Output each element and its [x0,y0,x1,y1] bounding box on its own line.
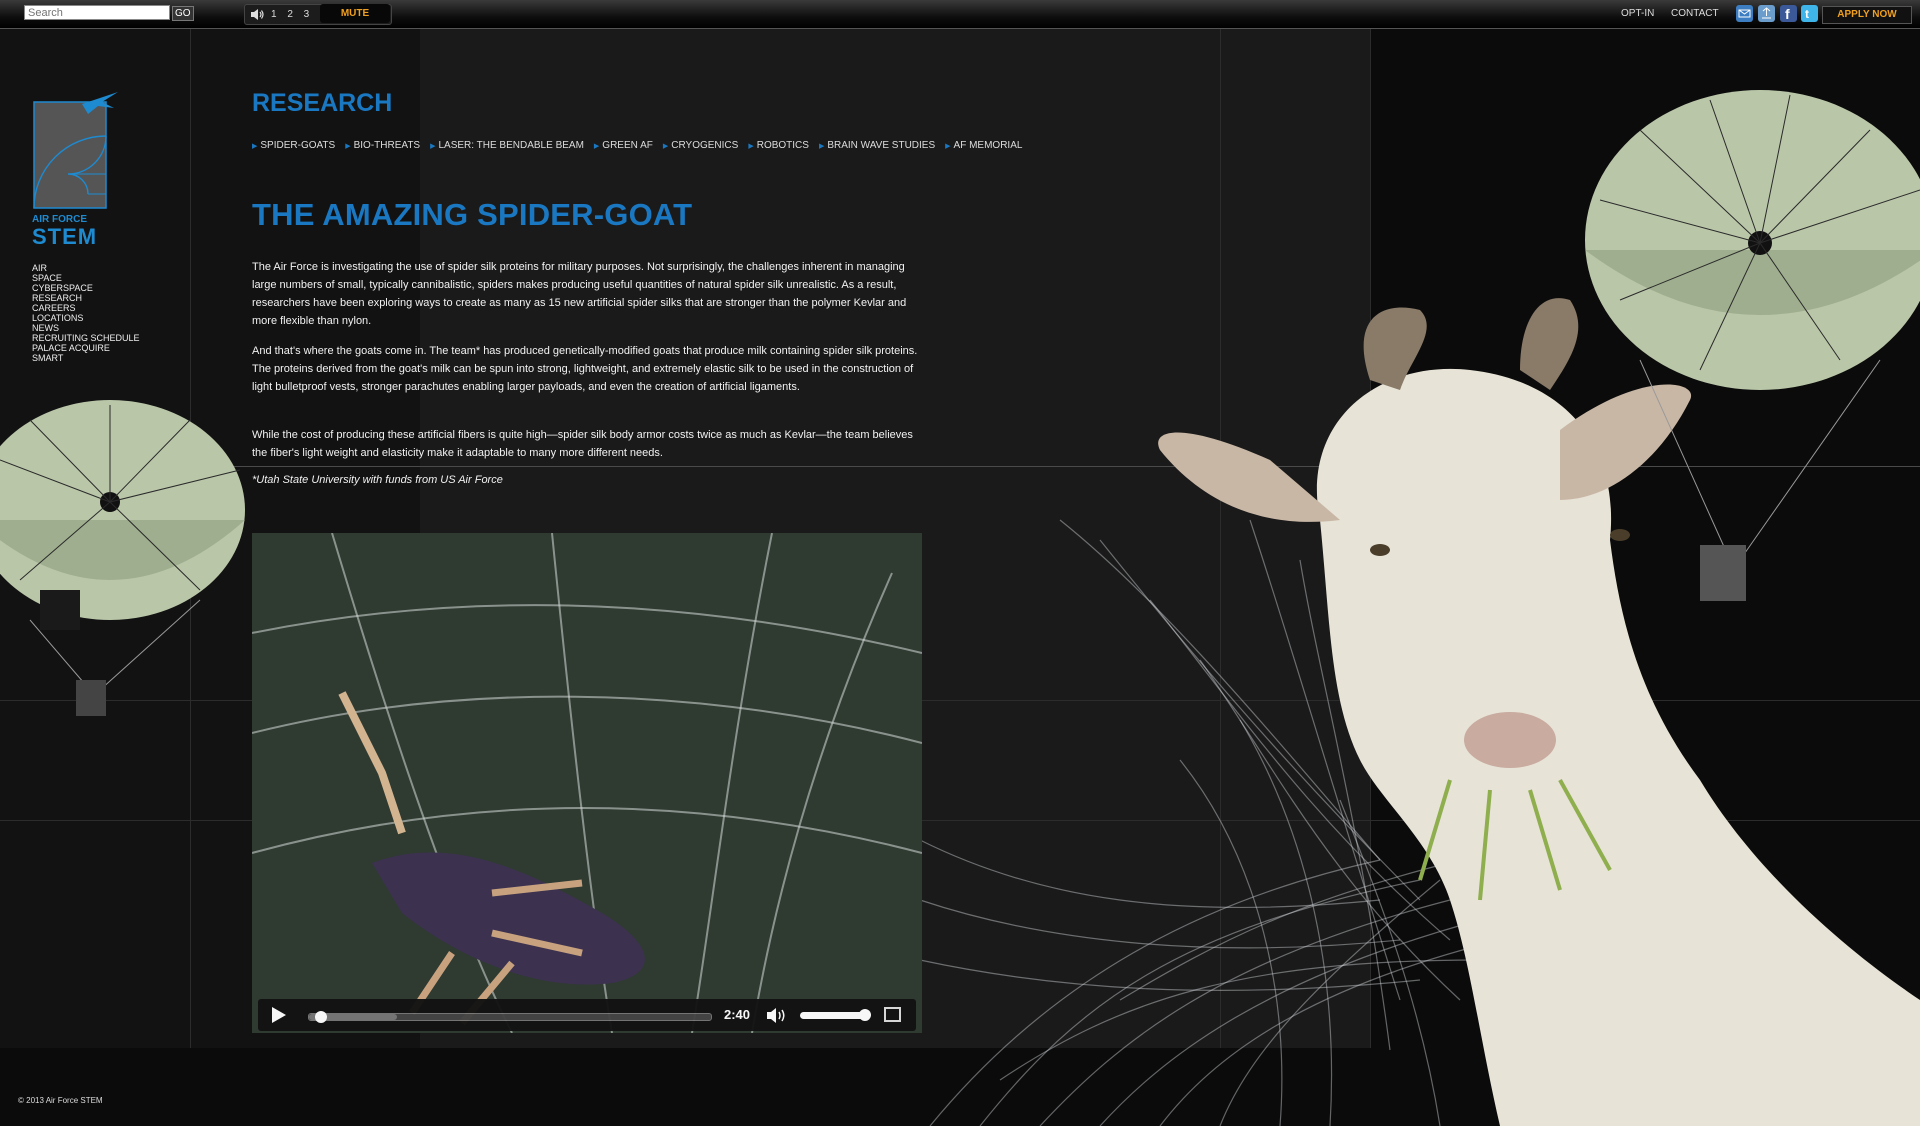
subnav-af-memorial[interactable]: AF MEMORIAL [945,140,1023,151]
nav-item-research[interactable]: RESEARCH [32,293,140,303]
svg-text:f: f [1785,6,1790,22]
nav-item-cyberspace[interactable]: CYBERSPACE [32,283,140,293]
video-controls: 2:40 [258,999,916,1031]
subnav-spider-goats[interactable]: SPIDER-GOATS [252,140,335,151]
section-title: RESEARCH [252,89,393,117]
article-title: THE AMAZING SPIDER-GOAT [252,197,693,232]
video-frame-spider [252,533,922,1033]
goat-illustration [1158,298,1920,1126]
logo-text-stem: STEM [32,224,98,249]
opt-in-link[interactable]: OPT-IN [1621,8,1654,19]
article-paragraph: The Air Force is investigating the use o… [252,261,907,327]
parachute-right [1585,90,1920,601]
left-navigation: AIR SPACE CYBERSPACE RESEARCH CAREERS LO… [32,263,140,363]
subnav-laser[interactable]: LASER: THE BENDABLE BEAM [430,140,583,151]
speaker-icon[interactable] [250,8,264,21]
subnav-cryogenics[interactable]: CRYOGENICS [663,140,738,151]
article-footnote: *Utah State University with funds from U… [252,474,503,486]
subnav-brain-wave-studies[interactable]: BRAIN WAVE STUDIES [819,140,935,151]
copyright: © 2013 Air Force STEM [18,1096,103,1105]
video-duration: 2:40 [724,1007,751,1022]
svg-text:t: t [1805,7,1809,21]
contact-link[interactable]: CONTACT [1671,8,1719,19]
share-icon[interactable] [1758,5,1775,22]
search-go-button[interactable]: GO [172,6,194,21]
top-bar: GO 1 2 3 4 MUTE OPT-IN CONTACT f t APPLY… [0,0,1920,29]
video-progress-knob[interactable] [315,1011,328,1023]
research-subnav: SPIDER-GOATS BIO-THREATS LASER: THE BEND… [252,140,1022,151]
fullscreen-icon[interactable] [884,1007,901,1022]
subnav-bio-threats[interactable]: BIO-THREATS [345,140,420,151]
nav-item-smart[interactable]: SMART [32,353,140,363]
twitter-icon[interactable]: t [1801,5,1818,22]
video-player[interactable] [252,533,922,1033]
apply-now-button[interactable]: APPLY NOW [1822,6,1912,24]
play-icon[interactable] [272,1007,286,1023]
parachute-left [0,400,245,716]
nav-item-palace-acquire[interactable]: PALACE ACQUIRE [32,343,140,353]
nav-item-careers[interactable]: CAREERS [32,303,140,313]
subnav-green-af[interactable]: GREEN AF [594,140,653,151]
facebook-icon[interactable]: f [1780,5,1797,22]
article-paragraph: And that's where the goats come in. The … [252,345,918,393]
search-input[interactable] [24,5,170,20]
nav-item-locations[interactable]: LOCATIONS [32,313,140,323]
subnav-robotics[interactable]: ROBOTICS [748,140,809,151]
email-icon[interactable] [1736,5,1753,22]
article-paragraph: While the cost of producing these artifi… [252,429,913,459]
volume-knob[interactable] [859,1009,871,1021]
video-progress-bar[interactable] [308,1011,712,1023]
nav-item-recruiting-schedule[interactable]: RECRUITING SCHEDULE [32,333,140,343]
nav-item-air[interactable]: AIR [32,263,140,273]
nav-item-space[interactable]: SPACE [32,273,140,283]
volume-icon[interactable] [766,1007,788,1024]
mute-button[interactable]: MUTE [320,4,390,23]
volume-slider[interactable] [800,1009,871,1021]
nav-item-news[interactable]: NEWS [32,323,140,333]
